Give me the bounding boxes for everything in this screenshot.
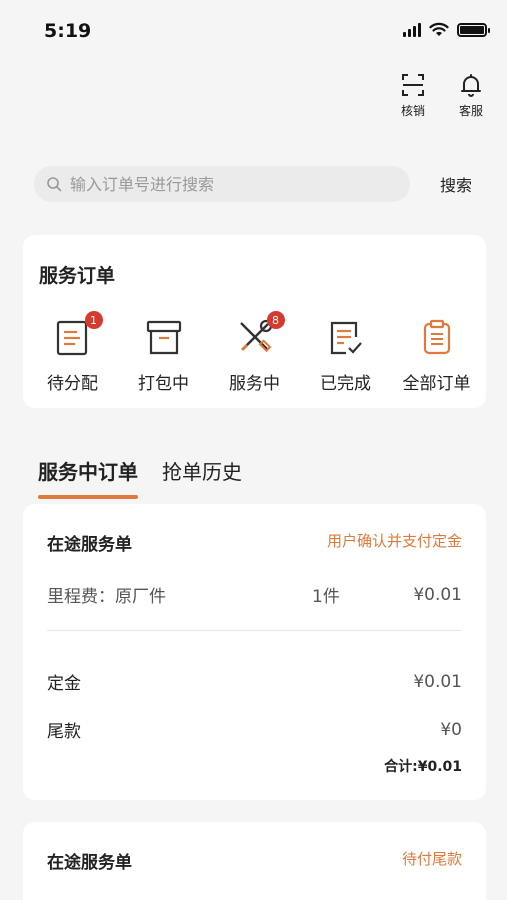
wifi-icon bbox=[429, 22, 449, 36]
deposit-label: 定金 bbox=[47, 674, 81, 694]
order-status: 用户确认并支付定金 bbox=[326, 532, 462, 550]
status-label: 已完成 bbox=[320, 374, 371, 394]
item-price: ¥0.01 bbox=[413, 584, 462, 605]
service-orders-card: 服务订单 1 待分配 打包中 8 服务中 已完成 全部订单 bbox=[23, 235, 486, 408]
order-status-grid: 1 待分配 打包中 8 服务中 已完成 全部订单 bbox=[23, 311, 486, 394]
customer-service-label: 客服 bbox=[458, 104, 483, 118]
verify-label: 核销 bbox=[400, 104, 425, 118]
verify-button[interactable]: 核销 bbox=[393, 72, 433, 119]
status-label: 打包中 bbox=[138, 374, 189, 394]
order-status: 待付尾款 bbox=[401, 850, 462, 868]
customer-service-button[interactable]: 客服 bbox=[451, 72, 491, 119]
order-card[interactable]: 在途服务单 用户确认并支付定金 里程费：原厂件 1件 ¥0.01 定金 ¥0.0… bbox=[23, 504, 486, 800]
bell-icon bbox=[461, 74, 481, 97]
box-icon bbox=[146, 320, 181, 355]
order-title: 在途服务单 bbox=[47, 535, 132, 555]
item-qty: 1件 bbox=[312, 587, 340, 607]
order-tabs: 服务中订单 抢单历史 bbox=[38, 456, 242, 499]
status-item-all-orders[interactable]: 全部订单 bbox=[392, 317, 482, 394]
search-row: 搜索 bbox=[34, 166, 484, 202]
in-service-badge: 8 bbox=[266, 311, 285, 329]
search-input[interactable] bbox=[70, 174, 370, 194]
signal-icon bbox=[403, 22, 421, 37]
final-payment-label: 尾款 bbox=[47, 722, 81, 742]
deposit-value: ¥0.01 bbox=[413, 671, 462, 692]
orange-clipboard-icon bbox=[423, 319, 450, 355]
status-item-in-service[interactable]: 8 服务中 bbox=[210, 311, 300, 394]
service-orders-title: 服务订单 bbox=[39, 265, 116, 287]
order-card[interactable]: 在途服务单 待付尾款 bbox=[23, 822, 486, 900]
scan-icon bbox=[402, 74, 424, 96]
final-payment-value: ¥0 bbox=[440, 719, 462, 740]
status-label: 服务中 bbox=[229, 374, 280, 394]
tab-in-service-orders[interactable]: 服务中订单 bbox=[38, 456, 138, 499]
tab-grab-history[interactable]: 抢单历史 bbox=[162, 456, 242, 499]
status-icons bbox=[403, 22, 490, 37]
status-label: 全部订单 bbox=[402, 374, 471, 394]
status-item-completed[interactable]: 已完成 bbox=[301, 317, 391, 394]
search-icon bbox=[47, 177, 62, 192]
status-bar: 5:19 bbox=[0, 0, 507, 60]
status-label: 待分配 bbox=[47, 374, 98, 394]
order-item-row: 里程费：原厂件 1件 ¥0.01 bbox=[47, 582, 462, 608]
top-actions: 核销 客服 bbox=[393, 72, 491, 119]
status-time: 5:19 bbox=[44, 20, 92, 42]
deposit-row: 定金 ¥0.01 bbox=[47, 669, 462, 695]
checked-document-icon bbox=[330, 321, 362, 355]
order-title: 在途服务单 bbox=[47, 853, 132, 873]
pending-assign-badge: 1 bbox=[84, 311, 103, 329]
search-box[interactable] bbox=[34, 166, 410, 202]
order-total: 合计:¥0.01 bbox=[384, 759, 462, 775]
item-name: 里程费：原厂件 bbox=[47, 587, 166, 607]
divider bbox=[47, 630, 462, 631]
final-payment-row: 尾款 ¥0 bbox=[47, 717, 462, 743]
search-button[interactable]: 搜索 bbox=[440, 172, 472, 196]
status-item-packing[interactable]: 打包中 bbox=[119, 317, 209, 394]
status-item-pending-assign[interactable]: 1 待分配 bbox=[28, 311, 118, 394]
battery-icon bbox=[457, 22, 490, 37]
